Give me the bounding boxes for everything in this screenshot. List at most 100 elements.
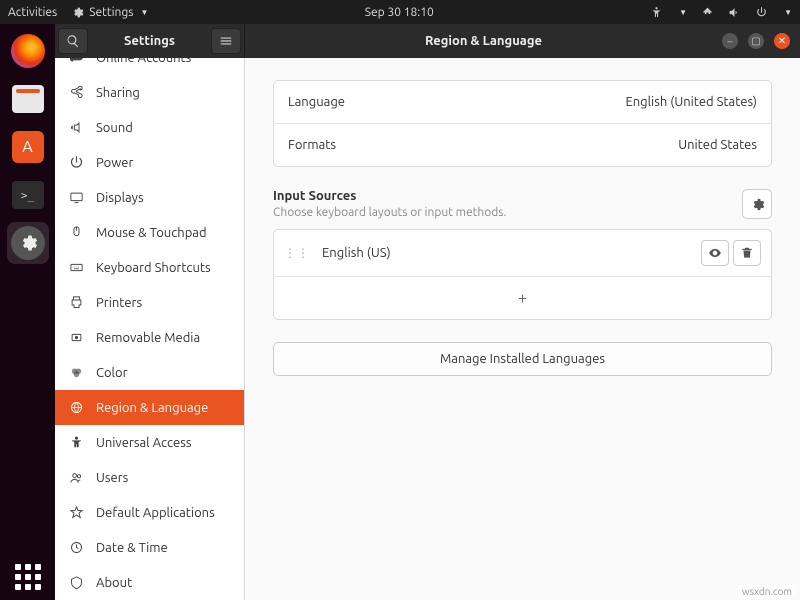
access-icon <box>69 435 84 450</box>
sidebar-item-label: Displays <box>96 191 144 205</box>
add-input-source-button[interactable]: + <box>274 276 771 319</box>
maximize-button[interactable]: ▢ <box>748 33 764 49</box>
watermark: wsxdn.com <box>738 585 796 598</box>
sidebar-item-label: Color <box>96 366 128 380</box>
about-icon <box>69 575 84 590</box>
language-value: English (United States) <box>625 95 757 109</box>
input-sources-title: Input Sources <box>273 189 506 203</box>
language-label: Language <box>288 95 345 109</box>
sidebar-item-default-applications[interactable]: Default Applications <box>55 495 244 530</box>
terminal-icon: >_ <box>12 181 44 209</box>
star-icon <box>69 505 84 520</box>
formats-label: Formats <box>288 138 336 152</box>
region-icon <box>69 400 84 415</box>
titlebar: Settings Region & Language – ▢ ✕ <box>55 24 800 58</box>
chevron-down-icon: ▼ <box>140 8 148 17</box>
sidebar-item-label: About <box>96 576 132 590</box>
clock[interactable]: Sep 30 18:10 <box>148 6 650 19</box>
preview-layout-button[interactable] <box>701 240 729 266</box>
input-sources-options-button[interactable] <box>742 189 772 219</box>
media-icon <box>69 330 84 345</box>
cloud-icon <box>69 58 84 65</box>
sidebar-item-label: Sound <box>96 121 133 135</box>
manage-languages-button[interactable]: Manage Installed Languages <box>273 342 772 376</box>
page-title: Region & Language <box>245 34 722 48</box>
mouse-icon <box>69 225 84 240</box>
close-button[interactable]: ✕ <box>774 33 790 49</box>
appmenu-label: Settings <box>89 6 133 19</box>
dock-show-apps[interactable] <box>15 564 41 590</box>
dock-terminal[interactable]: >_ <box>7 174 49 216</box>
input-sources-header: Input Sources Choose keyboard layouts or… <box>273 189 772 219</box>
dock-settings[interactable] <box>7 222 49 264</box>
sidebar-item-label: Keyboard Shortcuts <box>96 261 211 275</box>
sidebar-item-sharing[interactable]: Sharing <box>55 75 244 110</box>
sidebar-item-sound[interactable]: Sound <box>55 110 244 145</box>
sidebar-item-region-language[interactable]: Region & Language <box>55 390 244 425</box>
software-icon: A <box>12 131 44 163</box>
language-row[interactable]: Language English (United States) <box>274 81 771 124</box>
sidebar-item-label: Power <box>96 156 133 170</box>
sidebar-item-displays[interactable]: Displays <box>55 180 244 215</box>
sidebar-item-color[interactable]: Color <box>55 355 244 390</box>
dock-software[interactable]: A <box>7 126 49 168</box>
hamburger-button[interactable] <box>211 28 241 54</box>
sound-icon <box>69 120 84 135</box>
sidebar-item-label: Printers <box>96 296 142 310</box>
drag-handle-icon[interactable]: ⋮⋮ <box>284 246 310 260</box>
sidebar-item-universal-access[interactable]: Universal Access <box>55 425 244 460</box>
files-icon <box>12 85 44 113</box>
input-sources-subtitle: Choose keyboard layouts or input methods… <box>273 206 506 219</box>
printer-icon <box>69 295 84 310</box>
sidebar-item-online-accounts[interactable]: Online Accounts <box>55 58 244 75</box>
sidebar-item-users[interactable]: Users <box>55 460 244 495</box>
eye-icon <box>708 246 722 260</box>
network-icon <box>701 6 714 19</box>
gnome-topbar: Activities Settings ▼ Sep 30 18:10 ▼ ▼ <box>0 0 800 24</box>
sidebar-item-about[interactable]: About <box>55 565 244 600</box>
sidebar-item-label: Default Applications <box>96 506 215 520</box>
sidebar-item-mouse-touchpad[interactable]: Mouse & Touchpad <box>55 215 244 250</box>
sidebar-item-label: Removable Media <box>96 331 200 345</box>
sidebar-item-label: Users <box>96 471 128 485</box>
power-icon <box>755 6 768 19</box>
appmenu-button[interactable]: Settings ▼ <box>71 6 148 19</box>
input-source-label: English (US) <box>322 246 697 260</box>
share-icon <box>69 85 84 100</box>
sidebar-item-printers[interactable]: Printers <box>55 285 244 320</box>
users-icon <box>69 470 84 485</box>
activities-button[interactable]: Activities <box>8 6 57 19</box>
firefox-icon <box>11 34 45 68</box>
chevron-down-icon: ▼ <box>679 8 687 17</box>
sidebar-item-date-time[interactable]: Date & Time <box>55 530 244 565</box>
settings-sidebar[interactable]: Online Accounts Sharing Sound Power Displays… <box>55 58 245 600</box>
gear-icon <box>11 226 45 260</box>
formats-row[interactable]: Formats United States <box>274 124 771 166</box>
sidebar-title: Settings <box>91 34 208 48</box>
sidebar-item-label: Region & Language <box>96 401 208 415</box>
sidebar-item-label: Universal Access <box>96 436 191 450</box>
settings-window: Settings Region & Language – ▢ ✕ Online … <box>55 24 800 600</box>
minimize-button[interactable]: – <box>722 33 738 49</box>
sidebar-item-removable-media[interactable]: Removable Media <box>55 320 244 355</box>
search-button[interactable] <box>58 28 88 54</box>
dock-files[interactable] <box>7 78 49 120</box>
gear-icon <box>750 197 765 212</box>
formats-value: United States <box>678 138 757 152</box>
remove-source-button[interactable] <box>733 240 761 266</box>
sidebar-item-power[interactable]: Power <box>55 145 244 180</box>
keyboard-icon <box>69 260 84 275</box>
locale-panel: Language English (United States) Formats… <box>273 80 772 167</box>
trash-icon <box>740 246 754 260</box>
accessibility-icon <box>650 6 663 19</box>
sidebar-item-label: Date & Time <box>96 541 168 555</box>
dock: A >_ <box>0 24 55 600</box>
status-area[interactable]: ▼ ▼ <box>650 6 792 19</box>
dock-firefox[interactable] <box>7 30 49 72</box>
input-source-row[interactable]: ⋮⋮ English (US) <box>274 230 771 276</box>
volume-icon <box>728 6 741 19</box>
sidebar-item-keyboard-shortcuts[interactable]: Keyboard Shortcuts <box>55 250 244 285</box>
sidebar-item-label: Sharing <box>96 86 140 100</box>
region-language-panel: Language English (United States) Formats… <box>245 58 800 600</box>
sidebar-item-label: Online Accounts <box>96 58 191 65</box>
